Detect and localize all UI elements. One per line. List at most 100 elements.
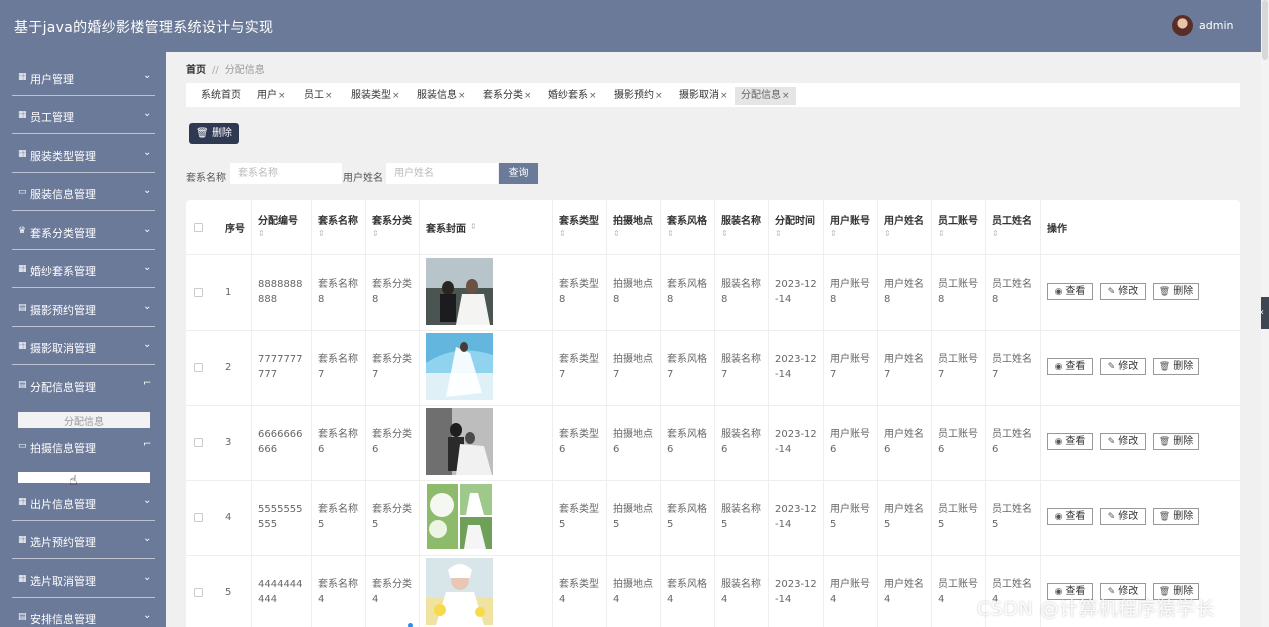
column-header-9[interactable]: 分配时间 ⇕ bbox=[769, 200, 824, 255]
sidebar-item-7[interactable]: ▦ 摄影取消管理 ⌄ bbox=[0, 327, 160, 365]
tab-4[interactable]: 服装信息× bbox=[411, 87, 472, 105]
menu-divider bbox=[12, 558, 155, 559]
delete-button[interactable]: 🗑 删除 bbox=[1153, 508, 1199, 525]
cell-border bbox=[823, 405, 824, 480]
tab-8[interactable]: 摄影取消× bbox=[673, 87, 734, 105]
column-header-3[interactable]: 套系分类 ⇕ bbox=[366, 200, 420, 255]
sort-icon[interactable]: ⇕ bbox=[613, 229, 620, 238]
column-header-1[interactable]: 分配编号 ⇕ bbox=[252, 200, 312, 255]
close-icon[interactable]: × bbox=[589, 91, 597, 101]
search-button[interactable]: 查询 bbox=[499, 163, 538, 184]
cell-border bbox=[768, 480, 769, 555]
sidebar-item-5[interactable]: ▦ 婚纱套系管理 ⌄ bbox=[0, 250, 160, 288]
column-header-12[interactable]: 员工账号 ⇕ bbox=[932, 200, 986, 255]
scrollbar-thumb[interactable] bbox=[1262, 0, 1268, 60]
close-icon[interactable]: × bbox=[325, 91, 333, 101]
delete-button[interactable]: 🗑 删除 bbox=[1153, 358, 1199, 375]
tab-label: 摄影取消 bbox=[679, 90, 719, 101]
sidebar-item-11[interactable]: ▦ 选片预约管理 ⌄ bbox=[0, 521, 160, 559]
view-button[interactable]: ◉ 查看 bbox=[1047, 508, 1093, 525]
row-checkbox[interactable] bbox=[194, 288, 203, 297]
username[interactable]: admin bbox=[1199, 19, 1233, 32]
tab-0[interactable]: 系统首页 bbox=[195, 87, 247, 105]
close-icon[interactable]: × bbox=[720, 91, 728, 101]
close-icon[interactable]: × bbox=[524, 91, 532, 101]
cell-border bbox=[552, 480, 553, 555]
column-header-6[interactable]: 拍摄地点 ⇕ bbox=[607, 200, 661, 255]
search-user-input[interactable]: 用户姓名 bbox=[386, 163, 498, 184]
view-button[interactable]: ◉ 查看 bbox=[1047, 283, 1093, 300]
submenu-item[interactable] bbox=[18, 472, 150, 483]
column-header-4[interactable]: 套系封面 ⇕ bbox=[420, 200, 553, 255]
sort-icon[interactable]: ⇕ bbox=[830, 229, 837, 238]
edit-button[interactable]: ✎ 修改 bbox=[1100, 358, 1146, 375]
sidebar-item-3[interactable]: ▭ 服装信息管理 ⌄ bbox=[0, 173, 160, 211]
column-header-2[interactable]: 套系名称 ⇕ bbox=[312, 200, 366, 255]
sort-icon[interactable]: ⇕ bbox=[372, 229, 379, 238]
sidebar-item-10[interactable]: ▦ 出片信息管理 ⌄ bbox=[0, 483, 160, 521]
cell-border bbox=[877, 405, 878, 480]
tab-3[interactable]: 服装类型× bbox=[345, 87, 406, 105]
sort-icon[interactable]: ⇕ bbox=[470, 222, 477, 231]
sort-icon[interactable]: ⇕ bbox=[258, 229, 265, 238]
delete-button[interactable]: 🗑 删除 bbox=[189, 123, 239, 144]
delete-button[interactable]: 🗑 删除 bbox=[1153, 283, 1199, 300]
column-header-10[interactable]: 用户账号 ⇕ bbox=[824, 200, 878, 255]
column-header-13[interactable]: 员工姓名 ⇕ bbox=[986, 200, 1041, 255]
sidebar-item-8[interactable]: ▤ 分配信息管理 ⌐ bbox=[0, 366, 160, 404]
search-name-input[interactable]: 套系名称 bbox=[230, 163, 342, 184]
column-header-11[interactable]: 用户姓名 ⇕ bbox=[878, 200, 932, 255]
tab-7[interactable]: 摄影预约× bbox=[608, 87, 669, 105]
column-header-5[interactable]: 套系类型 ⇕ bbox=[553, 200, 607, 255]
sidebar-item-1[interactable]: ▦ 员工管理 ⌄ bbox=[0, 96, 160, 134]
tab-9[interactable]: 分配信息× bbox=[735, 87, 796, 105]
floating-dot-icon[interactable] bbox=[406, 621, 415, 627]
row-checkbox[interactable] bbox=[194, 588, 203, 597]
sidebar-item-0[interactable]: ▦ 用户管理 ⌄ bbox=[0, 58, 160, 96]
sidebar-item-9[interactable]: ▭ 拍摄信息管理 ⌐ bbox=[0, 427, 160, 465]
sort-icon[interactable]: ⇕ bbox=[318, 229, 325, 238]
edit-button[interactable]: ✎ 修改 bbox=[1100, 433, 1146, 450]
close-icon[interactable]: × bbox=[392, 91, 400, 101]
column-header-8[interactable]: 服装名称 ⇕ bbox=[715, 200, 769, 255]
close-icon[interactable]: × bbox=[458, 91, 466, 101]
menu-divider bbox=[12, 287, 155, 288]
column-header-label: 用户姓名 bbox=[884, 216, 924, 227]
cell-name: 套系名称5 bbox=[318, 504, 358, 530]
sidebar-item-4[interactable]: ♛ 套系分类管理 ⌄ bbox=[0, 212, 160, 250]
cell-category: 套系分类7 bbox=[372, 354, 412, 380]
sort-icon[interactable]: ⇕ bbox=[992, 229, 999, 238]
edit-button[interactable]: ✎ 修改 bbox=[1100, 283, 1146, 300]
sort-icon[interactable]: ⇕ bbox=[667, 229, 674, 238]
tab-label: 员工 bbox=[304, 90, 324, 101]
sort-icon[interactable]: ⇕ bbox=[559, 229, 566, 238]
sort-icon[interactable]: ⇕ bbox=[721, 229, 728, 238]
sort-icon[interactable]: ⇕ bbox=[938, 229, 945, 238]
submenu-item-assign-info[interactable]: 分配信息 bbox=[18, 412, 150, 428]
column-header-label: 套系分类 bbox=[372, 216, 412, 227]
sort-icon[interactable]: ⇕ bbox=[884, 229, 891, 238]
close-icon[interactable]: × bbox=[655, 91, 663, 101]
sidebar-item-2[interactable]: ▦ 服装类型管理 ⌄ bbox=[0, 135, 160, 173]
tab-1[interactable]: 用户× bbox=[251, 87, 292, 105]
tab-6[interactable]: 婚纱套系× bbox=[542, 87, 603, 105]
avatar[interactable] bbox=[1172, 15, 1193, 36]
close-icon[interactable]: × bbox=[782, 91, 790, 101]
row-checkbox[interactable] bbox=[194, 438, 203, 447]
breadcrumb-home[interactable]: 首页 bbox=[186, 65, 206, 76]
sidebar-item-6[interactable]: ▤ 摄影预约管理 ⌄ bbox=[0, 289, 160, 327]
sort-icon[interactable]: ⇕ bbox=[775, 229, 782, 238]
monitor-icon: ▭ bbox=[18, 441, 27, 451]
edit-button[interactable]: ✎ 修改 bbox=[1100, 508, 1146, 525]
close-icon[interactable]: × bbox=[278, 91, 286, 101]
tab-5[interactable]: 套系分类× bbox=[477, 87, 538, 105]
sidebar-item-12[interactable]: ▦ 选片取消管理 ⌄ bbox=[0, 560, 160, 598]
column-header-7[interactable]: 套系风格 ⇕ bbox=[661, 200, 715, 255]
tab-2[interactable]: 员工× bbox=[298, 87, 339, 105]
sidebar-item-13[interactable]: ▤ 安排信息管理 ⌄ bbox=[0, 598, 160, 627]
row-checkbox[interactable] bbox=[194, 513, 203, 522]
delete-button[interactable]: 🗑 删除 bbox=[1153, 433, 1199, 450]
view-button[interactable]: ◉ 查看 bbox=[1047, 358, 1093, 375]
view-button[interactable]: ◉ 查看 bbox=[1047, 433, 1093, 450]
row-checkbox[interactable] bbox=[194, 363, 203, 372]
